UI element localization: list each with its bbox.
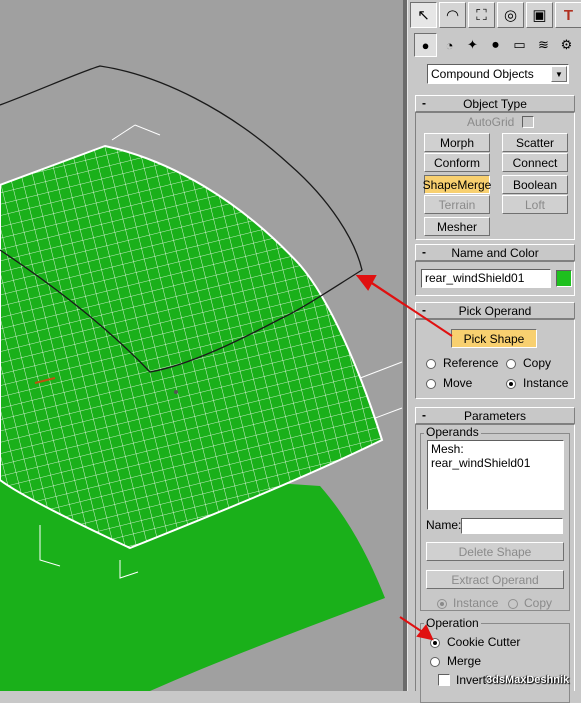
spacewarps-subtab[interactable]: ≋ <box>532 33 555 57</box>
move-radio[interactable] <box>426 379 436 389</box>
extract-copy-label: Copy <box>524 596 553 610</box>
invert-label: Invert <box>456 673 487 687</box>
move-label: Move <box>443 376 473 390</box>
watermark-text: 3dsMaxDeshnik <box>486 674 570 686</box>
parameters-title: Parameters <box>463 409 527 423</box>
object-name-field[interactable]: rear_windShield01 <box>421 269 551 288</box>
category-dropdown[interactable]: Compound Objects ▼ <box>427 64 569 84</box>
scatter-button[interactable]: Scatter <box>502 133 568 152</box>
cookie-cutter-radio[interactable] <box>430 638 440 648</box>
pick-shape-button[interactable]: Pick Shape <box>451 329 537 348</box>
extract-copy-radio[interactable] <box>508 599 518 609</box>
reference-label: Reference <box>443 356 499 370</box>
bend-arc-icon: ◠ <box>445 7 460 24</box>
helpers-subtab[interactable]: ▭ <box>508 33 531 57</box>
terrain-button[interactable]: Terrain <box>424 195 490 214</box>
systems-subtab[interactable]: ⚙ <box>555 33 578 57</box>
motion-tab[interactable]: ◎ <box>497 2 524 28</box>
autogrid-checkbox[interactable] <box>522 116 534 128</box>
pick-operand-rollout-body: Pick Shape Reference Copy Move Instance <box>415 319 575 399</box>
modify-tab[interactable]: ◠ <box>439 2 466 28</box>
extract-instance-radio[interactable] <box>437 599 447 609</box>
cookie-cutter-label: Cookie Cutter <box>447 635 521 649</box>
shapemerge-button[interactable]: ShapeMerge <box>423 175 491 194</box>
annotation-arrow-shape <box>369 281 405 307</box>
hierarchy-icon: ⛶ <box>476 6 487 24</box>
autogrid-label: AutoGrid <box>467 115 515 129</box>
operands-label: Operands <box>424 425 481 439</box>
invert-checkbox[interactable] <box>438 674 450 686</box>
sphere-icon: ● <box>421 37 430 53</box>
copy-radio[interactable] <box>506 359 516 369</box>
conform-button[interactable]: Conform <box>424 153 490 172</box>
merge-label: Merge <box>447 654 482 668</box>
loft-button[interactable]: Loft <box>502 195 568 214</box>
instance-radio[interactable] <box>506 379 516 389</box>
pick-operand-rollout-header[interactable]: - Pick Operand <box>415 302 575 319</box>
viewport-scene <box>0 65 405 691</box>
operand-list-item[interactable]: Mesh: rear_windShield01 <box>431 442 530 470</box>
object-type-rollout-header[interactable]: - Object Type <box>415 95 575 112</box>
name-and-color-rollout-body: rear_windShield01 <box>415 261 575 296</box>
extract-operand-button[interactable]: Extract Operand <box>426 570 564 589</box>
utilities-tab[interactable]: T <box>555 2 581 28</box>
lights-subtab[interactable]: ✦ <box>461 33 484 57</box>
hierarchy-tab[interactable]: ⛶ <box>468 2 495 28</box>
motion-wheel-icon: ◎ <box>503 7 518 24</box>
instance-label: Instance <box>523 376 569 390</box>
object-type-title: Object Type <box>463 97 527 111</box>
shapes-subtab[interactable]: ◔ <box>438 33 461 57</box>
merge-radio[interactable] <box>430 657 440 667</box>
object-type-rollout-body: AutoGrid Morph Scatter Conform Connect S… <box>415 112 575 240</box>
gears-icon: ⚙ <box>560 37 573 52</box>
chevron-down-icon[interactable]: ▼ <box>551 66 567 82</box>
arrowhead-shape <box>355 274 376 290</box>
boolean-button[interactable]: Boolean <box>502 175 568 194</box>
hammer-icon: T <box>563 6 574 24</box>
operand-name-field[interactable] <box>461 518 563 534</box>
helper-icon: ▭ <box>513 37 526 52</box>
category-dropdown-value: Compound Objects <box>431 67 534 81</box>
parameters-rollout-body: Operands Mesh: rear_windShield01 Name: D… <box>415 424 575 703</box>
pointer-star-icon: ↖ <box>417 7 430 24</box>
camera-icon: ⏺ <box>492 37 499 52</box>
extract-instance-label: Instance <box>453 596 499 610</box>
pivot-point <box>174 390 178 394</box>
create-tab[interactable]: ↖ <box>410 2 437 28</box>
mesher-button[interactable]: Mesher <box>424 217 490 236</box>
display-tab[interactable]: ▣ <box>526 2 553 28</box>
pick-operand-title: Pick Operand <box>458 304 532 318</box>
name-and-color-rollout-header[interactable]: - Name and Color <box>415 244 575 261</box>
command-panel: ↖ ◠ ⛶ ◎ ▣ T ● ◔ ✦ ⏺ ▭ ≋ ⚙ Compound Objec… <box>408 0 581 703</box>
operand-name-label: Name: <box>426 518 462 532</box>
monitor-icon: ▣ <box>532 7 547 24</box>
light-icon: ✦ <box>467 37 478 52</box>
parameters-rollout-header[interactable]: - Parameters <box>415 407 575 424</box>
morph-button[interactable]: Morph <box>424 133 490 152</box>
cameras-subtab[interactable]: ⏺ <box>484 33 507 57</box>
connect-button[interactable]: Connect <box>502 153 568 172</box>
name-and-color-title: Name and Color <box>451 246 539 260</box>
operation-label: Operation <box>424 616 481 630</box>
wave-icon: ≋ <box>538 37 549 52</box>
object-color-swatch[interactable] <box>556 270 572 287</box>
reference-radio[interactable] <box>426 359 436 369</box>
perspective-viewport[interactable] <box>0 0 405 691</box>
shapes-icon: ◔ <box>445 37 454 53</box>
copy-label: Copy <box>523 356 552 370</box>
geometry-subtab[interactable]: ● <box>414 33 437 57</box>
operands-list[interactable]: Mesh: rear_windShield01 <box>427 440 564 510</box>
delete-shape-button[interactable]: Delete Shape <box>426 542 564 561</box>
